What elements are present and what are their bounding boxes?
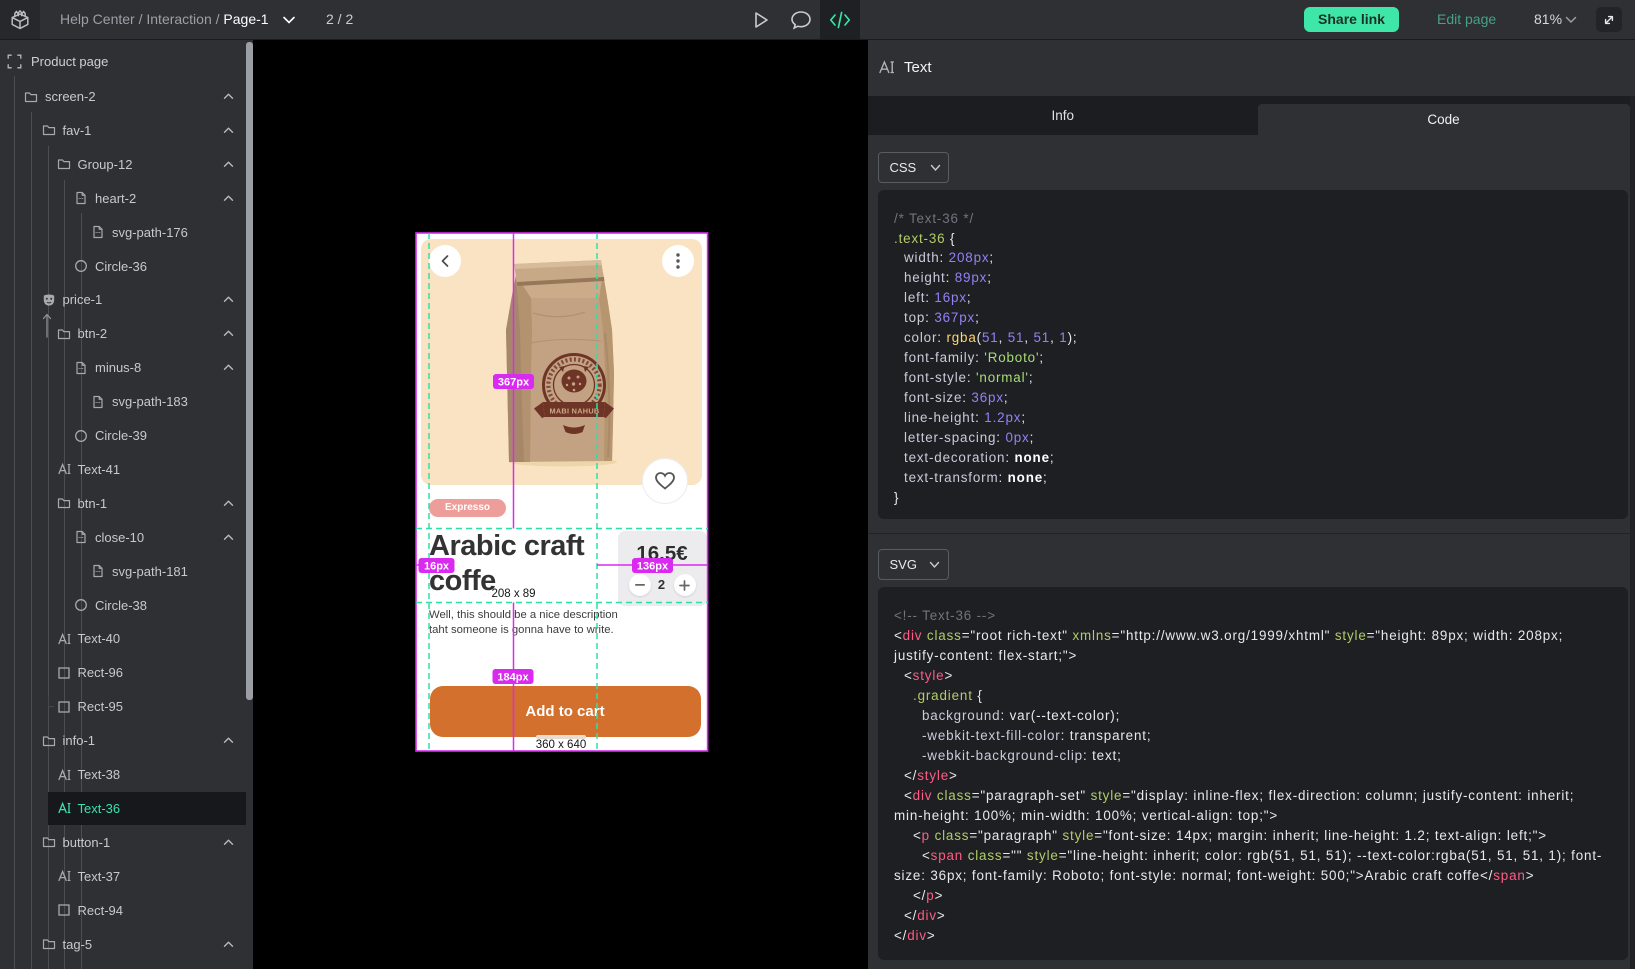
- svg-text:MABI NAHUB: MABI NAHUB: [549, 407, 599, 416]
